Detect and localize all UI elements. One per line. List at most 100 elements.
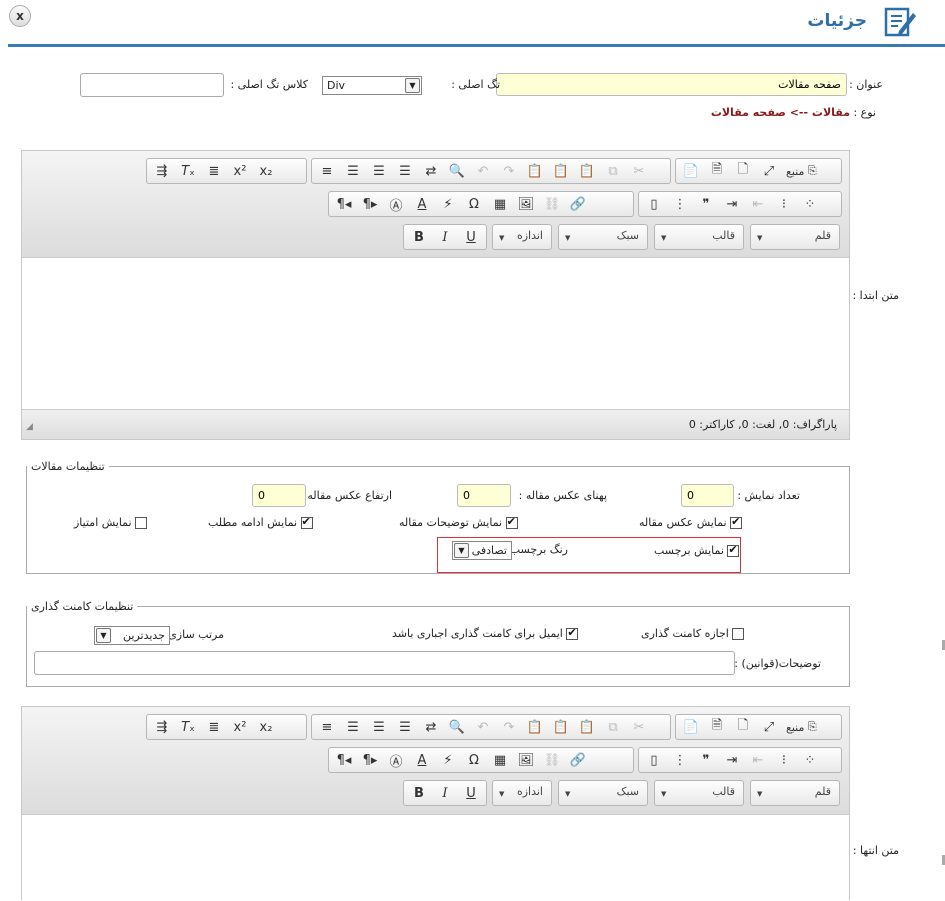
maximize-icon[interactable]: ⤢: [756, 160, 782, 182]
indent-icon[interactable]: ⇥: [719, 193, 745, 215]
underline-button[interactable]: U: [458, 782, 484, 804]
title-input[interactable]: [496, 73, 847, 96]
email-required-option[interactable]: ایمیل برای کامنت گذاری اجباری باشد: [392, 626, 579, 640]
blockquote-icon[interactable]: ▯: [641, 749, 667, 771]
find-icon[interactable]: 🔍: [444, 160, 470, 182]
paste-word-icon[interactable]: 📋: [522, 716, 548, 738]
source-button[interactable]: منبع ⎘: [782, 160, 821, 182]
special-char-icon[interactable]: Ω: [461, 749, 487, 771]
text-color-icon[interactable]: A: [409, 193, 435, 215]
intro-editor[interactable]: 📄 🗎 🗋 ⤢ منبع ⎘ ≡ ☰ ☰ ☰ ⇄ 🔍 ↶ ↷ 📋 📋 📋 ⧉ ✂…: [21, 150, 850, 440]
maximize-icon[interactable]: ⤢: [756, 716, 782, 738]
find-replace-icon[interactable]: ⇄: [418, 160, 444, 182]
count-input[interactable]: [681, 484, 734, 507]
show-image-option[interactable]: نمایش عکس مقاله: [639, 515, 743, 529]
indent-icon[interactable]: ⇥: [719, 749, 745, 771]
show-blocks-icon[interactable]: ⇶: [149, 160, 175, 182]
preview-icon[interactable]: 🗎: [704, 160, 730, 182]
numbered-list-icon[interactable]: ⁝: [771, 749, 797, 771]
text-color-icon[interactable]: A: [409, 749, 435, 771]
justify-icon[interactable]: ≡: [314, 160, 340, 182]
style-combo[interactable]: سبک ▼: [558, 224, 648, 250]
preview-icon[interactable]: 🗎: [704, 716, 730, 738]
main-tag-select[interactable]: Div ▼: [322, 76, 422, 95]
link-icon[interactable]: 🔗: [565, 749, 591, 771]
justify-icon[interactable]: ≡: [314, 716, 340, 738]
image-icon[interactable]: 🖼: [513, 193, 539, 215]
superscript-icon[interactable]: x²: [227, 160, 253, 182]
outdent-icon[interactable]: ⇤: [745, 749, 771, 771]
align-left-icon[interactable]: ☰: [392, 160, 418, 182]
link-icon[interactable]: 🔗: [565, 193, 591, 215]
tag-color-select[interactable]: تصادفی ▼: [452, 541, 512, 560]
show-tag-checkbox[interactable]: [727, 543, 740, 557]
style-combo[interactable]: سبک ▼: [558, 780, 648, 806]
align-center-icon[interactable]: ☰: [366, 716, 392, 738]
table-icon[interactable]: ▦: [487, 749, 513, 771]
bg-color-icon[interactable]: Ⓐ: [383, 749, 409, 771]
resize-handle-icon[interactable]: ◢: [26, 422, 33, 432]
size-combo[interactable]: اندازه ▼: [492, 224, 552, 250]
font-combo[interactable]: قلم ▼: [750, 780, 840, 806]
bg-color-icon[interactable]: Ⓐ: [383, 193, 409, 215]
paste-text-icon[interactable]: 📋: [548, 160, 574, 182]
remove-format-icon[interactable]: Tₓ: [175, 160, 201, 182]
show-rating-checkbox[interactable]: [135, 517, 148, 529]
align-center-icon[interactable]: ☰: [366, 160, 392, 182]
show-blocks-icon[interactable]: ⇶: [149, 716, 175, 738]
subscript-icon[interactable]: x₂: [253, 160, 279, 182]
ltr-icon[interactable]: ¶▸: [357, 749, 383, 771]
flash-icon[interactable]: ⚡: [435, 193, 461, 215]
new-page-icon[interactable]: 📄: [678, 716, 704, 738]
show-desc-option[interactable]: نمایش توضیحات مقاله: [399, 515, 518, 529]
show-tag-option[interactable]: نمایش برچسب: [654, 543, 740, 557]
blockquote-icon[interactable]: ▯: [641, 193, 667, 215]
close-button[interactable]: x: [9, 5, 31, 27]
cut-icon[interactable]: ✂: [626, 716, 652, 738]
allow-comment-option[interactable]: اجازه کامنت گذاری: [641, 627, 745, 640]
show-more-option[interactable]: نمایش ادامه مطلب: [208, 515, 313, 529]
sort-select[interactable]: جدیدترین ▼: [94, 626, 170, 645]
rules-input[interactable]: [34, 651, 735, 675]
table-icon[interactable]: ▦: [487, 193, 513, 215]
div-icon[interactable]: ⋮: [667, 749, 693, 771]
rtl-icon[interactable]: ¶◂: [331, 193, 357, 215]
templates-icon[interactable]: 🗋: [730, 716, 756, 738]
quote-icon[interactable]: ❞: [693, 193, 719, 215]
paste-icon[interactable]: 📋: [574, 716, 600, 738]
outro-editor-body[interactable]: [22, 815, 849, 901]
redo-icon[interactable]: ↷: [496, 716, 522, 738]
underline-button[interactable]: U: [458, 226, 484, 248]
align-right-icon[interactable]: ☰: [340, 716, 366, 738]
size-combo[interactable]: اندازه ▼: [492, 780, 552, 806]
unlink-icon[interactable]: ⛓: [539, 749, 565, 771]
special-char-icon[interactable]: Ω: [461, 193, 487, 215]
show-image-checkbox[interactable]: [730, 515, 743, 529]
outro-editor[interactable]: 📄 🗎 🗋 ⤢ منبع ⎘ ≡ ☰ ☰ ☰ ⇄ 🔍 ↶ ↷ 📋 📋 📋 ⧉ ✂…: [21, 706, 850, 901]
show-rating-option[interactable]: نمایش امتیاز: [74, 516, 148, 529]
flash-icon[interactable]: ⚡: [435, 749, 461, 771]
strikethrough-icon[interactable]: ≣: [201, 160, 227, 182]
intro-editor-body[interactable]: [22, 258, 849, 409]
undo-icon[interactable]: ↶: [470, 716, 496, 738]
copy-icon[interactable]: ⧉: [600, 716, 626, 738]
subscript-icon[interactable]: x₂: [253, 716, 279, 738]
img-width-input[interactable]: [457, 484, 511, 507]
bullet-list-icon[interactable]: ⁘: [797, 193, 823, 215]
source-button[interactable]: منبع ⎘: [782, 716, 821, 738]
strikethrough-icon[interactable]: ≣: [201, 716, 227, 738]
paste-icon[interactable]: 📋: [574, 160, 600, 182]
show-more-checkbox[interactable]: [300, 515, 313, 529]
font-combo[interactable]: قلم ▼: [750, 224, 840, 250]
numbered-list-icon[interactable]: ⁝: [771, 193, 797, 215]
rtl-icon[interactable]: ¶◂: [331, 749, 357, 771]
allow-comment-checkbox[interactable]: [732, 628, 745, 640]
quote-icon[interactable]: ❞: [693, 749, 719, 771]
img-height-input[interactable]: [252, 484, 306, 507]
find-icon[interactable]: 🔍: [444, 716, 470, 738]
format-combo[interactable]: قالب ▼: [654, 224, 744, 250]
email-required-checkbox[interactable]: [566, 626, 579, 640]
bullet-list-icon[interactable]: ⁘: [797, 749, 823, 771]
copy-icon[interactable]: ⧉: [600, 160, 626, 182]
outdent-icon[interactable]: ⇤: [745, 193, 771, 215]
